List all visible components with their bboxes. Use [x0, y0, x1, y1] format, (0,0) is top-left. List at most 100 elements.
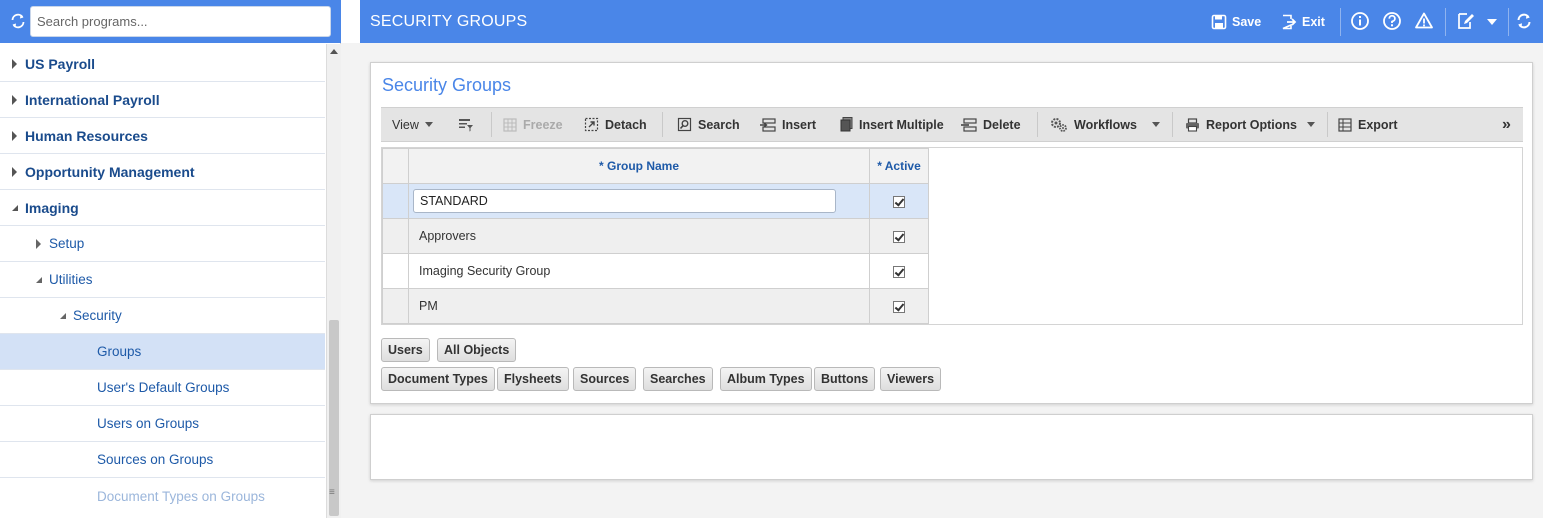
workflows-button[interactable]: Workflows — [1050, 108, 1137, 141]
freeze-label: Freeze — [523, 117, 563, 132]
active-cell[interactable] — [869, 288, 929, 324]
active-cell[interactable] — [869, 183, 929, 219]
searches-button[interactable]: Searches — [643, 367, 713, 391]
toolbar-overflow-button[interactable]: » — [1502, 108, 1511, 141]
all-objects-button[interactable]: All Objects — [437, 338, 517, 362]
caret-right-icon[interactable] — [33, 238, 45, 250]
tree-item-imaging[interactable]: Imaging — [0, 190, 325, 226]
table-row[interactable]: Approvers — [382, 218, 929, 254]
report-options-caret-icon[interactable] — [1307, 122, 1315, 127]
page-title: SECURITY GROUPS — [370, 13, 528, 30]
view-label: View — [392, 117, 419, 132]
grid-header-row: * Group Name * Active — [382, 148, 929, 184]
group-name-cell[interactable]: PM — [408, 288, 870, 324]
double-chevron-right-icon: » — [1502, 115, 1511, 133]
active-cell[interactable] — [869, 253, 929, 289]
group-name-cell[interactable]: Approvers — [408, 218, 870, 254]
users-button[interactable]: Users — [381, 338, 430, 362]
edit-note-icon[interactable] — [1456, 11, 1476, 31]
search-programs-input[interactable] — [30, 6, 331, 37]
report-options-button[interactable]: Report Options — [1185, 108, 1297, 141]
freeze-button[interactable]: Freeze — [503, 108, 563, 141]
refresh-icon[interactable] — [8, 11, 28, 31]
group-name-cell[interactable] — [408, 183, 870, 219]
tree-item-label: Utilities — [49, 272, 93, 287]
save-icon — [1211, 14, 1227, 30]
save-button[interactable]: Save — [1211, 11, 1261, 33]
table-row[interactable]: PM — [382, 288, 929, 324]
delete-row-icon — [961, 117, 977, 132]
caret-expanded-icon[interactable] — [57, 310, 69, 322]
tree-item-setup[interactable]: Setup — [0, 226, 325, 262]
table-row[interactable] — [382, 183, 929, 219]
grid-toolbar: View Freeze Detach Search Insert Insert … — [381, 107, 1523, 142]
caret-right-icon[interactable] — [9, 58, 21, 70]
caret-right-icon[interactable] — [9, 94, 21, 106]
tree-item-sources-on-groups[interactable]: Sources on Groups — [0, 442, 325, 478]
sidebar: US Payroll International Payroll Human R… — [0, 0, 341, 518]
row-selector[interactable] — [382, 288, 409, 324]
exit-label: Exit — [1302, 15, 1325, 29]
view-caret-icon[interactable] — [425, 122, 433, 127]
tree-item-document-types-on-groups[interactable]: Document Types on Groups — [0, 478, 325, 514]
search-button[interactable]: Search — [677, 108, 740, 141]
tree-item-international-payroll[interactable]: International Payroll — [0, 82, 325, 118]
caret-right-icon[interactable] — [9, 166, 21, 178]
caret-expanded-icon[interactable] — [9, 202, 21, 214]
tree-item-users-on-groups[interactable]: Users on Groups — [0, 406, 325, 442]
album-types-button[interactable]: Album Types — [720, 367, 812, 391]
row-selector[interactable] — [382, 183, 409, 219]
warning-icon[interactable] — [1414, 11, 1434, 31]
view-menu-button[interactable]: View — [392, 108, 419, 141]
delete-label: Delete — [983, 117, 1021, 132]
row-selector[interactable] — [382, 253, 409, 289]
table-row[interactable]: Imaging Security Group — [382, 253, 929, 289]
detail-panel — [370, 414, 1533, 480]
group-name-input[interactable] — [413, 189, 836, 213]
tree-item-label: Imaging — [25, 199, 79, 216]
refresh-icon[interactable] — [1514, 11, 1534, 31]
export-button[interactable]: Export — [1338, 108, 1398, 141]
help-icon[interactable] — [1382, 11, 1402, 31]
delete-button[interactable]: Delete — [961, 108, 1021, 141]
program-tree: US Payroll International Payroll Human R… — [0, 46, 325, 518]
tree-item-opportunity-management[interactable]: Opportunity Management — [0, 154, 325, 190]
exit-button[interactable]: Exit — [1281, 11, 1325, 33]
caret-right-icon[interactable] — [9, 130, 21, 142]
sources-button[interactable]: Sources — [573, 367, 637, 391]
active-cell[interactable] — [869, 218, 929, 254]
document-types-button[interactable]: Document Types — [381, 367, 495, 391]
tree-item-utilities[interactable]: Utilities — [0, 262, 325, 298]
tree-item-security[interactable]: Security — [0, 298, 325, 334]
filter-button[interactable] — [458, 108, 480, 141]
info-icon[interactable] — [1350, 11, 1370, 31]
tree-item-human-resources[interactable]: Human Resources — [0, 118, 325, 154]
header-divider — [1508, 8, 1509, 36]
column-header-group-name[interactable]: * Group Name — [408, 148, 870, 184]
viewers-button[interactable]: Viewers — [880, 367, 942, 391]
column-header-active[interactable]: * Active — [869, 148, 929, 184]
security-groups-panel: Security Groups View Freeze Detach Searc… — [370, 62, 1533, 404]
insert-multiple-button[interactable]: Insert Multiple — [840, 108, 944, 141]
buttons-button[interactable]: Buttons — [814, 367, 876, 391]
app-window: US Payroll International Payroll Human R… — [0, 0, 1543, 518]
workflows-caret-icon[interactable] — [1152, 122, 1160, 127]
flysheets-button[interactable]: Flysheets — [497, 367, 569, 391]
active-checkbox[interactable] — [893, 266, 905, 279]
tree-item-us-payroll[interactable]: US Payroll — [0, 46, 325, 82]
group-name-cell[interactable]: Imaging Security Group — [408, 253, 870, 289]
row-selector[interactable] — [382, 218, 409, 254]
insert-button[interactable]: Insert — [760, 108, 816, 141]
scroll-up-arrow-icon[interactable] — [330, 49, 338, 54]
sidebar-scrollbar[interactable]: ≡ — [326, 44, 341, 518]
active-checkbox[interactable] — [893, 196, 905, 209]
search-icon — [677, 117, 692, 132]
tree-item-groups[interactable]: Groups — [0, 334, 325, 370]
chevron-down-icon[interactable] — [1482, 11, 1502, 31]
active-checkbox[interactable] — [893, 301, 905, 314]
active-checkbox[interactable] — [893, 231, 905, 244]
page-header: SECURITY GROUPS Save Exit — [360, 0, 1543, 43]
tree-item-users-default-groups[interactable]: User's Default Groups — [0, 370, 325, 406]
caret-expanded-icon[interactable] — [33, 274, 45, 286]
detach-button[interactable]: Detach — [584, 108, 647, 141]
